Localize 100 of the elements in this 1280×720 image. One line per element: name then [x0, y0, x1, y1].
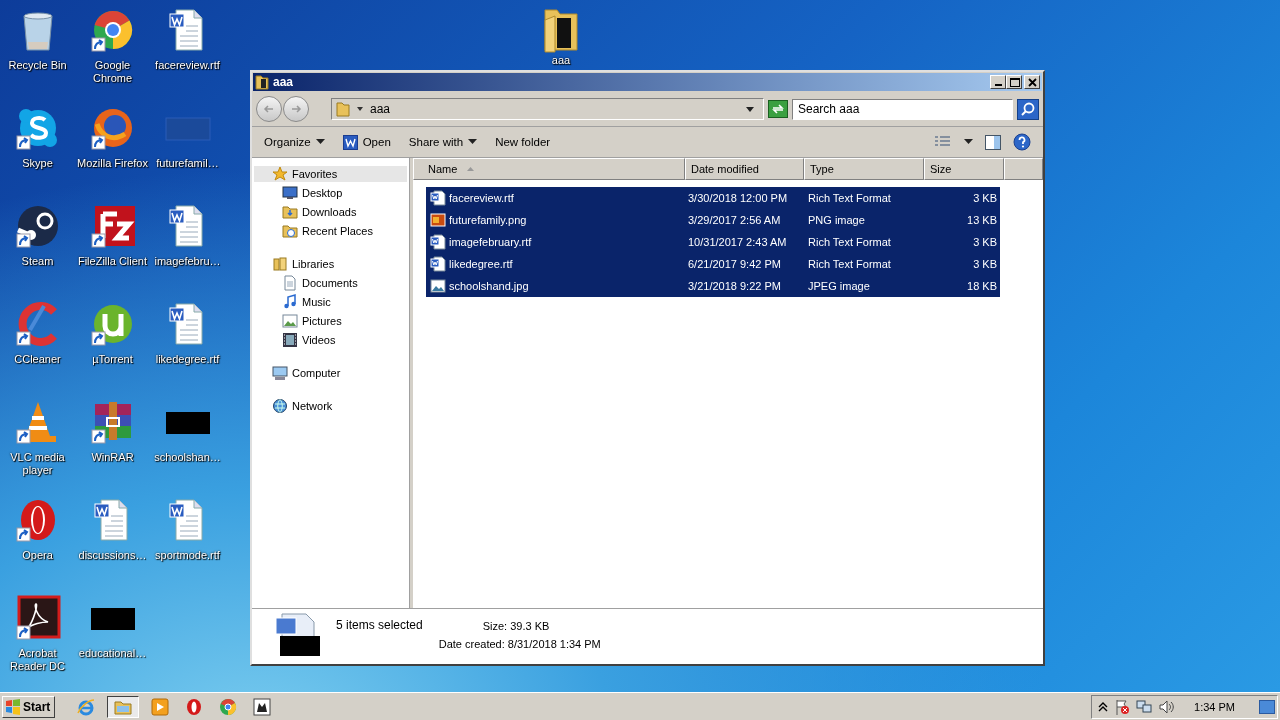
table-cell-text: Rich Text Format — [807, 236, 892, 248]
file-row[interactable]: likedegree.rtf 6/21/2017 9:42 PM Rich Text Format 3 KB — [426, 253, 1000, 275]
document-icon — [430, 256, 446, 272]
icon-label: Opera — [22, 549, 53, 562]
caret-icon — [468, 139, 478, 145]
start-button[interactable]: Start — [2, 695, 56, 718]
nav-item[interactable]: Documents — [252, 275, 409, 291]
search-icon — [1020, 101, 1036, 117]
round-logo-icon — [219, 697, 238, 716]
menu-button[interactable]: Share with — [402, 133, 484, 151]
icon-label: Mozilla Firefox — [77, 157, 148, 170]
ring-logo-icon — [185, 697, 204, 716]
windows-logo-icon — [5, 698, 21, 715]
icon-label: Google Chrome — [91, 59, 134, 85]
address-field[interactable]: aaa — [331, 98, 764, 120]
icon-label: discussions… — [78, 549, 147, 562]
icon-label: futurefamil… — [156, 157, 219, 170]
address-text: aaa — [370, 102, 391, 116]
nav-item[interactable]: Favorites — [254, 166, 407, 182]
image-icon — [430, 278, 446, 294]
folder-icon — [255, 74, 269, 90]
minimize-button[interactable] — [990, 75, 1006, 89]
forward-button[interactable] — [283, 96, 309, 122]
nav-item[interactable]: Network — [252, 398, 409, 414]
nav-item[interactable]: Computer — [252, 365, 409, 381]
icon-label: FileZilla Client — [77, 255, 148, 268]
toolbar-button[interactable]: New folder — [489, 133, 557, 151]
flag-warning-icon[interactable] — [1114, 698, 1131, 715]
table-cell-text: 13 KB — [966, 214, 998, 226]
icon-label: Steam — [21, 255, 54, 268]
table-cell-text: 3/29/2017 2:56 AM — [687, 214, 782, 226]
column-header[interactable]: Date modified — [685, 158, 804, 180]
nav-item[interactable]: Downloads — [252, 204, 409, 220]
nav-item[interactable]: Pictures — [252, 313, 409, 329]
close-icon — [1025, 75, 1039, 89]
column-header[interactable]: Type — [804, 158, 924, 180]
close-button[interactable] — [1024, 75, 1040, 89]
app-window-icon — [253, 697, 272, 716]
speaker-icon[interactable] — [1158, 698, 1175, 715]
date-created-text: Date created: 8/31/2018 1:34 PM — [438, 638, 601, 650]
shortcut-acrobat-logo-icon[interactable] — [13, 594, 62, 642]
preview-pane-icon[interactable] — [985, 134, 1001, 150]
size-text: Size: 39.3 KB — [481, 620, 551, 632]
caret-icon[interactable] — [356, 105, 364, 113]
table-cell-text: Rich Text Format — [807, 258, 892, 270]
file-row[interactable]: facereview.rtf 3/30/2018 12:00 PM Rich Text Format 3 KB — [426, 187, 1000, 209]
desktop-icon — [282, 185, 298, 201]
column-header[interactable]: Size — [924, 158, 1004, 180]
document-icon — [342, 134, 358, 150]
icon-label: educational… — [78, 647, 147, 660]
show-desktop-icon[interactable] — [1259, 699, 1275, 714]
caret-icon — [315, 139, 325, 145]
file-name: schoolshand.jpg — [449, 280, 529, 292]
dropdown-caret-icon[interactable] — [745, 105, 755, 113]
icon-label: schoolshan… — [154, 451, 221, 464]
table-cell-text: Rich Text Format — [807, 192, 892, 204]
nav-item[interactable]: Desktop — [252, 185, 409, 201]
file-row[interactable]: futurefamily.png 3/29/2017 2:56 AM PNG image 13 KB — [426, 209, 1000, 231]
refresh-icon — [771, 103, 785, 115]
icon-label: sportmode.rtf — [155, 549, 220, 562]
maximize-button[interactable] — [1006, 75, 1022, 89]
selection-summary: 5 items selected — [336, 618, 423, 632]
nav-item[interactable]: Music — [252, 294, 409, 310]
star-icon — [272, 166, 288, 182]
nav-item[interactable]: Libraries — [252, 256, 409, 272]
nav-item[interactable]: Videos — [252, 332, 409, 348]
column-header[interactable]: Name — [413, 158, 685, 180]
computer-icon — [272, 365, 288, 381]
videos-icon — [282, 332, 298, 348]
table-cell-text: 3 KB — [972, 258, 998, 270]
image-icon — [430, 212, 446, 228]
pictures-icon — [282, 313, 298, 329]
toolbar-button[interactable]: Open — [336, 131, 397, 153]
table-cell-text: 10/31/2017 2:43 AM — [687, 236, 788, 248]
folder-icon — [336, 101, 350, 117]
nav-item[interactable]: Recent Places — [252, 223, 409, 239]
icon-label: facereview.rtf — [155, 59, 220, 72]
sort-arrow-icon — [467, 167, 475, 171]
clock-text[interactable]: 1:34 PM — [1194, 700, 1235, 713]
refresh-button[interactable] — [768, 100, 788, 118]
file-row[interactable]: schoolshand.jpg 3/21/2018 9:22 PM JPEG image 18 KB — [426, 275, 1000, 297]
back-button[interactable] — [256, 96, 282, 122]
network-icon[interactable] — [1136, 698, 1153, 715]
document-icon — [430, 234, 446, 250]
taskbar-button[interactable] — [107, 695, 140, 718]
caret-icon[interactable] — [964, 139, 973, 145]
file-name: facereview.rtf — [449, 192, 514, 204]
table-cell-text: 18 KB — [966, 280, 998, 292]
file-row[interactable]: imagefebruary.rtf 10/31/2017 2:43 AM Rich Text Format 3 KB — [426, 231, 1000, 253]
search-field[interactable]: Search aaa — [792, 98, 1013, 120]
recent-icon — [282, 223, 298, 239]
file-name: futurefamily.png — [449, 214, 527, 226]
table-cell-text: 6/21/2017 9:42 PM — [687, 258, 782, 270]
file-name: likedegree.rtf — [449, 258, 513, 270]
icon-label: µTorrent — [92, 353, 133, 366]
help-icon[interactable] — [1013, 133, 1031, 151]
library-icon — [272, 256, 288, 272]
menu-button[interactable]: Organize — [258, 133, 331, 151]
show-hidden-icons-icon[interactable] — [1098, 701, 1109, 712]
search-button[interactable] — [1017, 98, 1039, 120]
